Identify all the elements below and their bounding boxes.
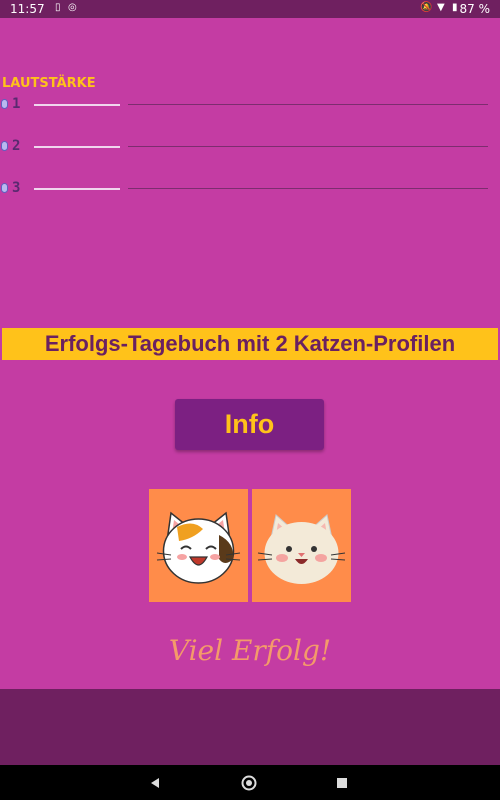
slider-fill [34,146,120,148]
info-button[interactable]: Info [175,399,324,450]
notification-badge-icon: ◎ [68,2,77,13]
bottom-panel [0,689,500,765]
wifi-icon: ▼ [437,2,445,13]
slider-track[interactable] [128,188,488,189]
sim-card-icon: ▯ [55,2,61,13]
navigation-bar [0,765,500,800]
white-cat-face-icon [257,514,346,584]
slider-label: 2 [12,138,21,154]
slider-track[interactable] [128,146,488,147]
slider-thumb[interactable] [1,183,8,193]
slider-fill [34,104,120,106]
battery-level: 87 % [459,2,491,16]
slider-thumb[interactable] [1,141,8,151]
profile-card-white[interactable] [252,489,351,602]
slider-fill [34,188,120,190]
profile-card-calico[interactable] [149,489,248,602]
slider-track[interactable] [128,104,488,105]
volume-slider-1[interactable]: 1 [0,95,500,115]
status-bar: 11:57 ▯ ◎ 🔕 ▼ ▮ 87 % [0,0,500,18]
volume-title: LAUTSTÄRKE [2,76,96,91]
volume-slider-2[interactable]: 2 [0,137,500,157]
recents-icon[interactable] [327,765,357,800]
volume-slider-3[interactable]: 3 [0,179,500,199]
mute-icon: 🔕 [420,2,433,13]
slider-label: 3 [12,180,21,196]
calico-cat-face-icon [156,511,241,584]
app-banner: Erfolgs-Tagebuch mit 2 Katzen-Profilen [2,328,498,360]
slider-label: 1 [12,96,21,112]
wish-text: Viel Erfolg! [168,634,332,667]
battery-icon: ▮ [452,2,458,13]
slider-thumb[interactable] [1,99,8,109]
back-icon[interactable] [140,765,170,800]
status-time: 11:57 [10,2,45,16]
home-icon[interactable] [234,765,264,800]
